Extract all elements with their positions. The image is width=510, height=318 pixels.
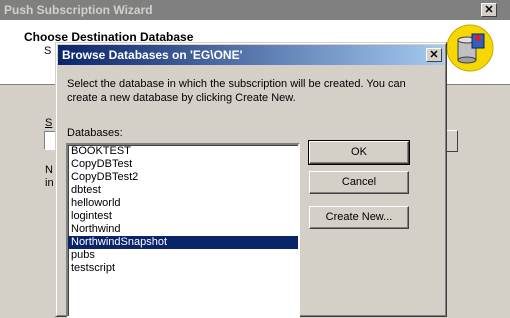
create-new-button[interactable]: Create New... [309, 206, 409, 229]
database-list-item[interactable]: helloworld [68, 197, 298, 210]
browse-databases-dialog: Browse Databases on 'EG\ONE' ✕ Select th… [55, 42, 447, 318]
database-list-item[interactable]: Northwind [68, 223, 298, 236]
wizard-text-fragment-1: N [45, 164, 53, 176]
wizard-title: Push Subscription Wizard [4, 3, 153, 17]
wizard-title-bar: Push Subscription Wizard ✕ [0, 0, 510, 20]
database-list-item[interactable]: NorthwindSnapshot [68, 236, 298, 249]
dialog-close-button[interactable]: ✕ [426, 48, 442, 62]
dialog-title-bar[interactable]: Browse Databases on 'EG\ONE' ✕ [58, 45, 444, 65]
database-list-item[interactable]: dbtest [68, 184, 298, 197]
databases-label: Databases: [67, 127, 123, 139]
ok-button[interactable]: OK [308, 140, 410, 165]
wizard-browse-button[interactable] [446, 130, 458, 152]
database-list-item[interactable]: testscript [68, 262, 298, 275]
databases-listbox[interactable]: BOOKTEST CopyDBTest CopyDBTest2 dbtest hello… [66, 143, 300, 318]
wizard-text-fragment-2: in [45, 177, 54, 189]
dialog-instructions: Select the database in which the subscri… [67, 78, 406, 104]
database-list-item[interactable]: CopyDBTest2 [68, 171, 298, 184]
dialog-title: Browse Databases on 'EG\ONE' [62, 48, 243, 62]
wizard-close-button[interactable]: ✕ [481, 3, 497, 17]
database-list-item[interactable]: pubs [68, 249, 298, 262]
database-list-item[interactable]: BOOKTEST [68, 145, 298, 158]
database-list-item[interactable]: CopyDBTest [68, 158, 298, 171]
database-list-item[interactable]: logintest [68, 210, 298, 223]
database-wizard-icon [446, 24, 494, 72]
cancel-button[interactable]: Cancel [309, 171, 409, 194]
wizard-field-label: S [45, 117, 53, 129]
wizard-subtitle: S [44, 45, 52, 57]
